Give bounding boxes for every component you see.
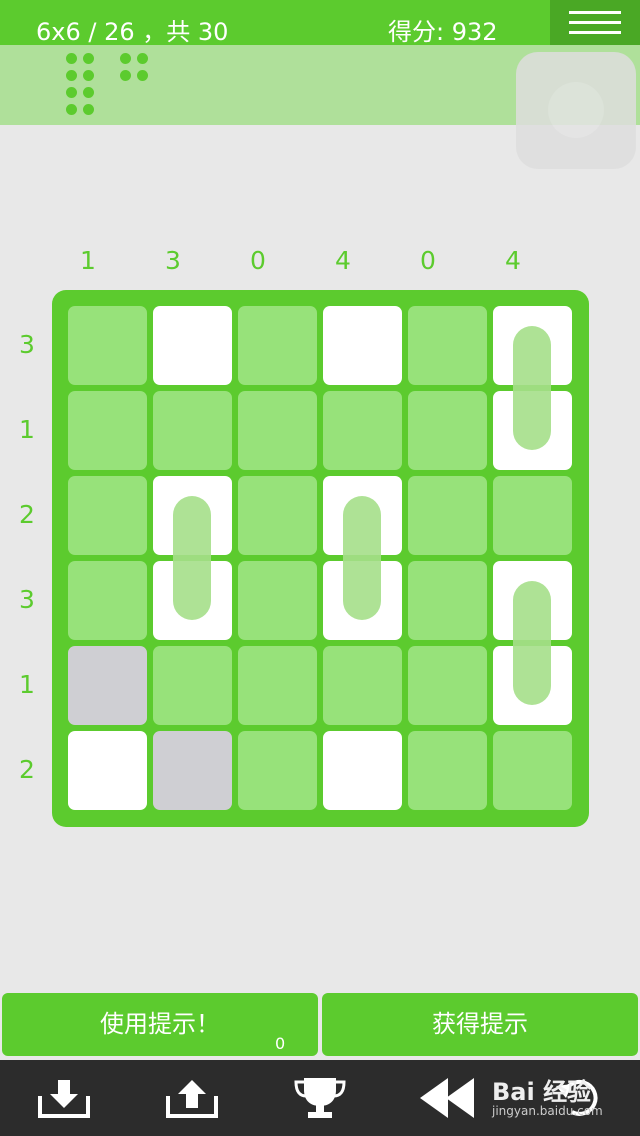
board-cell-filled[interactable] [323,306,402,385]
board-cell-blocked[interactable] [153,731,232,810]
board-cell-empty[interactable] [238,646,317,725]
board-cell-empty[interactable] [238,561,317,640]
board-cell-empty[interactable] [493,476,572,555]
top-bar: 6x6 / 26 ，共 30 得分: 932 [0,0,640,46]
board-cell-empty[interactable] [68,476,147,555]
column-clue: 4 [335,246,351,275]
board-cell-empty[interactable] [408,476,487,555]
board-cell-empty[interactable] [153,646,232,725]
column-clue: 0 [420,246,436,275]
board-cell-empty[interactable] [408,646,487,725]
score-display: 得分: 932 [388,18,498,46]
hamburger-menu-icon-line [569,31,621,34]
watermark-logo: Bai 经验 [492,1078,592,1106]
watermark-url: jingyan.baidu.com [492,1104,603,1118]
board-cell-empty[interactable] [68,561,147,640]
game-board [52,290,589,827]
board-cell-empty[interactable] [323,646,402,725]
column-clue: 1 [80,246,96,275]
board-cell-empty[interactable] [238,391,317,470]
row-clue: 3 [19,330,35,359]
row-clue: 3 [19,585,35,614]
board-cell-empty[interactable] [238,306,317,385]
upload-icon[interactable] [162,1074,222,1122]
hint-count: 0 [275,1034,286,1053]
piece-connector [513,326,551,450]
piece-connector [343,496,381,620]
board-cell-empty[interactable] [493,731,572,810]
piece-connector [173,496,211,620]
row-clue: 2 [19,500,35,529]
board-cell-empty[interactable] [408,391,487,470]
board-cell-empty[interactable] [408,306,487,385]
circle-icon [548,82,604,138]
column-clue: 3 [165,246,181,275]
column-clue: 4 [505,246,521,275]
board-cell-filled[interactable] [323,731,402,810]
row-clue: 1 [19,670,35,699]
board-cell-blocked[interactable] [68,646,147,725]
board-cell-empty[interactable] [323,391,402,470]
download-icon[interactable] [34,1074,94,1122]
board-cell-empty[interactable] [68,391,147,470]
hamburger-menu-icon [569,11,621,14]
menu-button[interactable] [550,0,640,45]
trophy-icon[interactable] [290,1074,350,1122]
board-cell-empty[interactable] [408,731,487,810]
piece-connector [513,581,551,705]
board-cell-empty[interactable] [408,561,487,640]
ghost-circle-button[interactable] [516,52,636,169]
rewind-icon[interactable] [418,1074,478,1122]
hamburger-menu-icon-line [569,21,621,24]
board-cell-empty[interactable] [238,476,317,555]
level-indicator: 6x6 / 26 ，共 30 [36,18,229,46]
use-hint-button[interactable]: 使用提示！ [2,993,318,1056]
row-clue: 1 [19,415,35,444]
row-clue: 2 [19,755,35,784]
board-cell-filled[interactable] [153,306,232,385]
board-cell-empty[interactable] [238,731,317,810]
column-clue: 0 [250,246,266,275]
board-cell-filled[interactable] [68,731,147,810]
board-cell-empty[interactable] [153,391,232,470]
get-hint-button[interactable]: 获得提示 [322,993,638,1056]
board-cell-empty[interactable] [68,306,147,385]
